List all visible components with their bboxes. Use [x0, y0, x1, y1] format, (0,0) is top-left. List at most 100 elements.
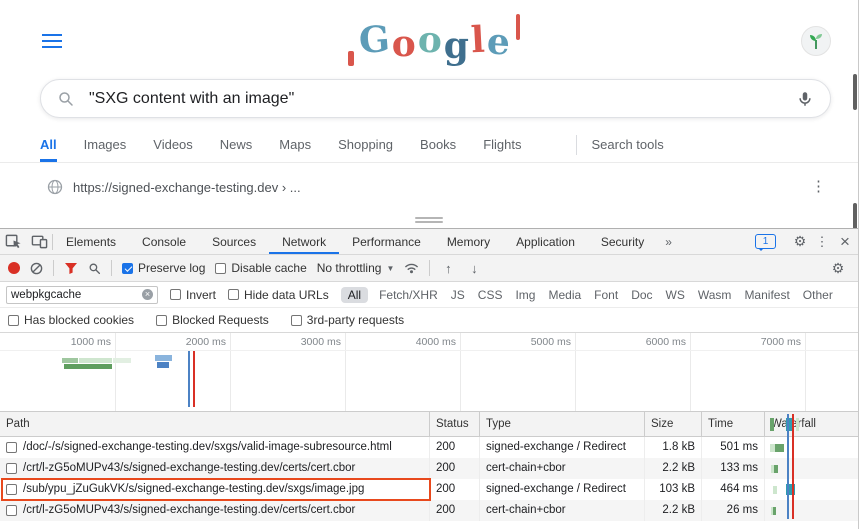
- table-row-highlighted[interactable]: /sub/ypu_jZuGukVK/s/signed-exchange-test…: [0, 479, 858, 500]
- profile-avatar[interactable]: [801, 26, 831, 56]
- hide-data-urls-checkbox[interactable]: Hide data URLs: [228, 288, 329, 302]
- gridline: [345, 333, 346, 411]
- tab-security[interactable]: Security: [588, 229, 657, 254]
- devtools-menu-icon[interactable]: ⋮: [812, 234, 832, 250]
- logo-letter: l: [470, 22, 486, 59]
- network-filter-input[interactable]: [11, 289, 142, 301]
- table-row[interactable]: /crt/l-zG5oMUPv43/s/signed-exchange-test…: [0, 458, 858, 479]
- clear-network-log-icon[interactable]: [30, 262, 43, 275]
- request-waterfall: [765, 479, 858, 500]
- checkbox-checked: [122, 263, 133, 274]
- has-blocked-cookies-checkbox[interactable]: Has blocked cookies: [8, 313, 134, 327]
- export-har-icon[interactable]: ↓: [466, 261, 482, 276]
- logo-letter: g: [444, 28, 469, 64]
- disable-cache-checkbox[interactable]: Disable cache: [215, 261, 306, 275]
- devtools-settings-icon[interactable]: ⚙: [788, 233, 812, 250]
- page-scrollbar-thumb[interactable]: [853, 74, 857, 110]
- tab-network[interactable]: Network: [269, 229, 339, 254]
- request-checkbox[interactable]: [6, 484, 17, 495]
- device-toolbar-icon[interactable]: [26, 229, 52, 255]
- network-filter-bar: × Invert Hide data URLs All Fetch/XHR JS…: [0, 282, 858, 308]
- chip-js[interactable]: JS: [449, 287, 467, 303]
- chip-all[interactable]: All: [341, 287, 368, 303]
- chip-doc[interactable]: Doc: [629, 287, 654, 303]
- request-waterfall: [765, 458, 858, 479]
- tab-console[interactable]: Console: [129, 229, 199, 254]
- chip-manifest[interactable]: Manifest: [742, 287, 791, 303]
- timeline-label: 6000 ms: [628, 336, 686, 348]
- tab-news[interactable]: News: [220, 127, 253, 162]
- more-tabs-icon[interactable]: »: [657, 229, 680, 254]
- globe-icon: [47, 179, 63, 195]
- search-tools-button[interactable]: Search tools: [591, 127, 663, 162]
- devtools-tabbar: Elements Console Sources Network Perform…: [0, 229, 858, 255]
- preserve-log-checkbox[interactable]: Preserve log: [122, 261, 205, 275]
- chip-ws[interactable]: WS: [664, 287, 687, 303]
- request-size: 103 kB: [645, 479, 702, 500]
- throttling-dropdown[interactable]: No throttling ▼: [317, 261, 395, 275]
- chip-wasm[interactable]: Wasm: [696, 287, 734, 303]
- record-network-log-button[interactable]: [8, 262, 20, 274]
- tab-performance[interactable]: Performance: [339, 229, 434, 254]
- menu-icon[interactable]: [42, 34, 62, 48]
- tab-all[interactable]: All: [40, 127, 57, 162]
- invert-checkbox[interactable]: Invert: [170, 288, 216, 302]
- result-options-icon[interactable]: ⋮: [811, 179, 826, 195]
- network-settings-icon[interactable]: ⚙: [826, 260, 850, 277]
- column-header-type[interactable]: Type: [480, 412, 645, 436]
- filter-input-wrapper: ×: [6, 286, 158, 304]
- column-header-size[interactable]: Size: [645, 412, 702, 436]
- console-messages-badge[interactable]: 1: [755, 234, 776, 249]
- tab-sources[interactable]: Sources: [199, 229, 269, 254]
- tab-books[interactable]: Books: [420, 127, 456, 162]
- chip-other[interactable]: Other: [801, 287, 835, 303]
- filter-icon[interactable]: [64, 262, 78, 275]
- network-overview-timeline[interactable]: 1000 ms 2000 ms 3000 ms 4000 ms 5000 ms …: [0, 333, 858, 412]
- tab-flights[interactable]: Flights: [483, 127, 521, 162]
- request-path: /crt/l-zG5oMUPv43/s/signed-exchange-test…: [23, 458, 355, 479]
- chip-fetch-xhr[interactable]: Fetch/XHR: [377, 287, 440, 303]
- tab-shopping[interactable]: Shopping: [338, 127, 393, 162]
- timeline-label: 2000 ms: [168, 336, 226, 348]
- request-status: 200: [430, 500, 480, 521]
- checkbox-unchecked: [228, 289, 239, 300]
- search-network-icon[interactable]: [88, 262, 101, 275]
- checkbox-unchecked: [170, 289, 181, 300]
- column-header-time[interactable]: Time: [702, 412, 765, 436]
- timeline-label: 7000 ms: [743, 336, 801, 348]
- tab-elements[interactable]: Elements: [53, 229, 129, 254]
- request-checkbox[interactable]: [6, 442, 17, 453]
- blocked-requests-checkbox[interactable]: Blocked Requests: [156, 313, 269, 327]
- tab-memory[interactable]: Memory: [434, 229, 503, 254]
- column-header-waterfall[interactable]: Waterfall: [765, 412, 858, 436]
- google-doodle-logo[interactable]: G o o g l e: [348, 10, 520, 70]
- third-party-requests-checkbox[interactable]: 3rd-party requests: [291, 313, 404, 327]
- search-bar[interactable]: "SXG content with an image": [40, 79, 831, 118]
- column-header-path[interactable]: Path: [0, 412, 430, 436]
- tab-images[interactable]: Images: [84, 127, 127, 162]
- table-row[interactable]: /crt/l-zG5oMUPv43/s/signed-exchange-test…: [0, 500, 858, 521]
- checkbox-unchecked: [291, 315, 302, 326]
- chip-media[interactable]: Media: [546, 287, 583, 303]
- table-row[interactable]: /doc/-/s/signed-exchange-testing.dev/sxg…: [0, 437, 858, 458]
- column-header-status[interactable]: Status: [430, 412, 480, 436]
- request-checkbox[interactable]: [6, 505, 17, 516]
- doodle-figure-icon: [348, 51, 354, 66]
- network-conditions-icon[interactable]: [404, 262, 419, 274]
- chip-img[interactable]: Img: [513, 287, 537, 303]
- result-breadcrumb-url[interactable]: https://signed-exchange-testing.dev › ..…: [73, 180, 301, 195]
- devtools-close-icon[interactable]: ×: [832, 233, 858, 250]
- waterfall-segment: [796, 418, 799, 431]
- tab-application[interactable]: Application: [503, 229, 588, 254]
- import-har-icon[interactable]: ↑: [440, 261, 456, 276]
- mic-icon[interactable]: [796, 89, 814, 109]
- chip-css[interactable]: CSS: [476, 287, 505, 303]
- tab-maps[interactable]: Maps: [279, 127, 311, 162]
- inspect-element-icon[interactable]: [0, 229, 26, 255]
- clear-filter-icon[interactable]: ×: [142, 289, 153, 300]
- waterfall-segment: [774, 465, 778, 473]
- chip-font[interactable]: Font: [592, 287, 620, 303]
- devtools-splitter-handle[interactable]: [0, 211, 858, 228]
- request-checkbox[interactable]: [6, 463, 17, 474]
- tab-videos[interactable]: Videos: [153, 127, 193, 162]
